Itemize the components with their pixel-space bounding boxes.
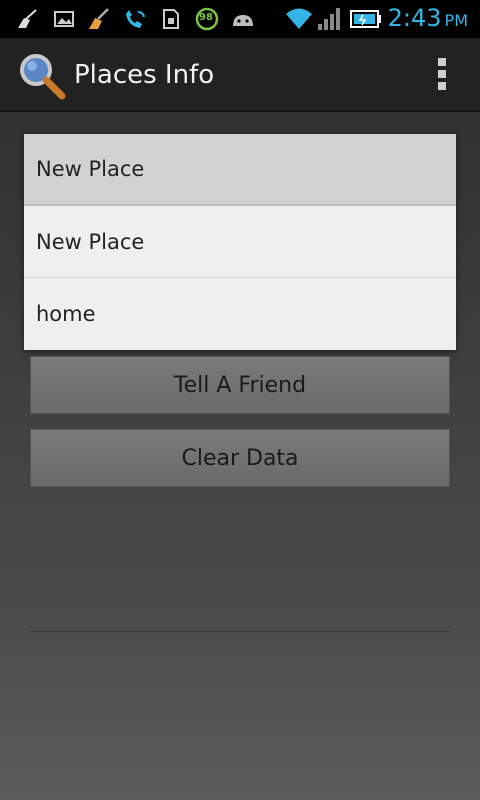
- wifi-call-icon: [126, 10, 145, 28]
- overflow-menu-icon[interactable]: [438, 58, 448, 92]
- broom-icon: [18, 9, 37, 28]
- image-icon: [54, 11, 74, 27]
- place-spinner-dropdown[interactable]: New Place New Place home: [24, 134, 456, 350]
- page-title: Places Info: [74, 60, 215, 90]
- clock: 2:43 PM: [388, 4, 468, 32]
- signal-icon: [318, 8, 340, 30]
- battery-icon: [350, 10, 381, 28]
- status-bar: 98 2:43 PM: [0, 0, 480, 38]
- clock-ampm: PM: [444, 11, 468, 30]
- sim-icon: [163, 9, 179, 29]
- clock-time: 2:43: [387, 4, 442, 32]
- clear-data-button[interactable]: Clear Data: [30, 429, 450, 487]
- broom-icon: [89, 8, 109, 29]
- spinner-option-new-place[interactable]: New Place: [24, 206, 456, 278]
- action-bar: Places Info: [0, 38, 480, 112]
- spinner-selected-value[interactable]: New Place: [24, 134, 456, 206]
- spinner-option-home[interactable]: home: [24, 278, 456, 350]
- tell-a-friend-button[interactable]: Tell A Friend: [30, 356, 450, 414]
- magnifier-icon[interactable]: [18, 52, 66, 100]
- wifi-icon: [286, 8, 312, 29]
- divider: [30, 631, 450, 632]
- android-icon: [233, 15, 253, 26]
- battery-saver-badge: 98: [199, 12, 213, 23]
